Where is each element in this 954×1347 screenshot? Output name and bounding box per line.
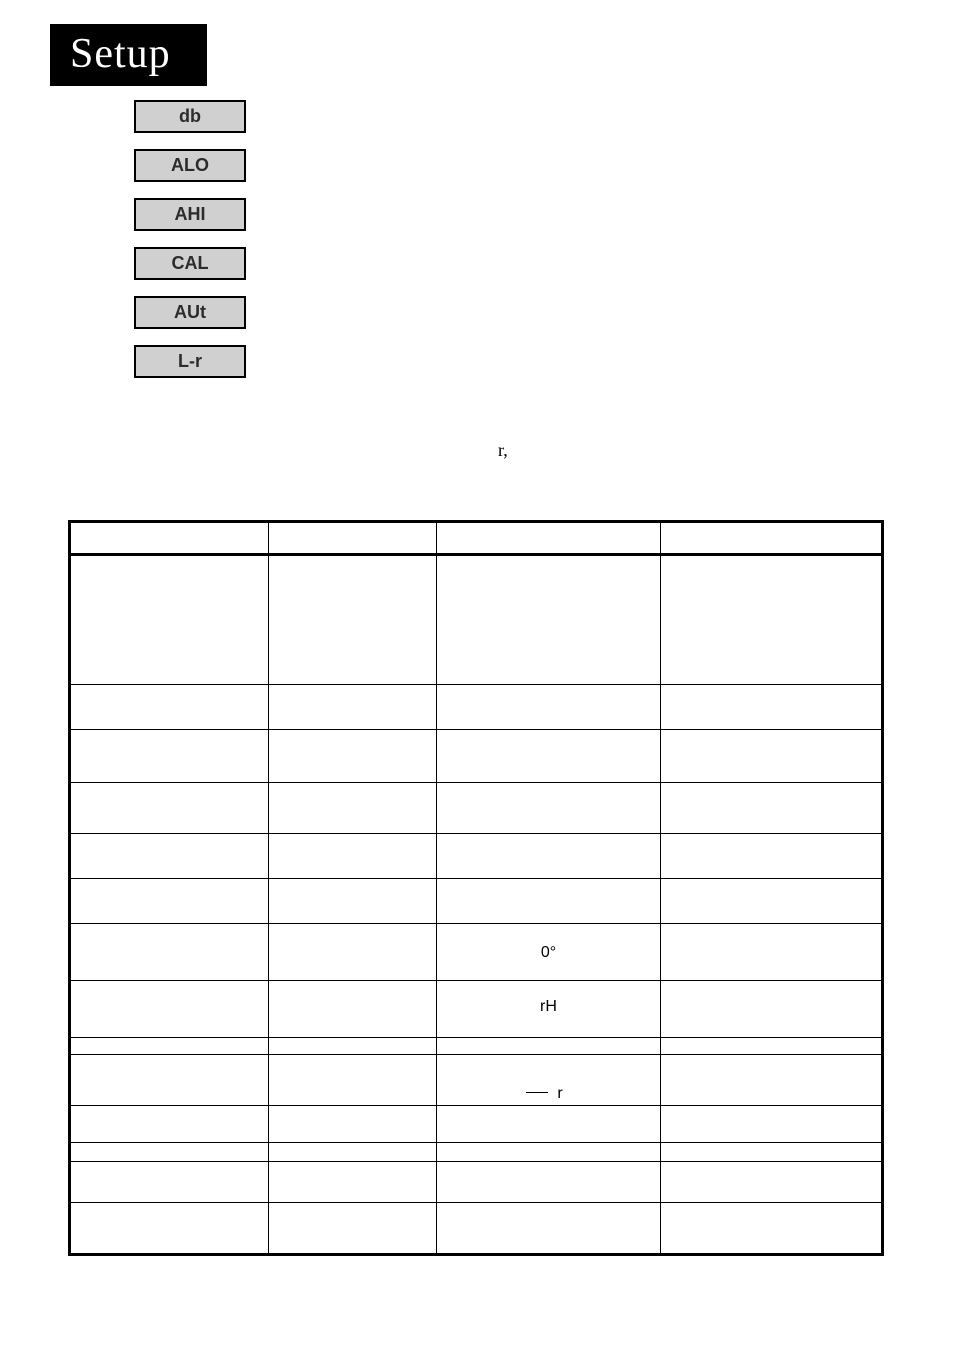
table-cell — [71, 1106, 269, 1143]
setup-title-text: Setup — [70, 31, 171, 77]
table-cell — [661, 730, 882, 783]
table-cell — [71, 685, 269, 730]
table-cell — [71, 1038, 269, 1055]
table-cell — [71, 834, 269, 879]
table-cell — [437, 555, 661, 685]
table-cell — [437, 1162, 661, 1203]
table-cell — [437, 730, 661, 783]
table-cell — [71, 879, 269, 924]
stray-text-r1: r, — [498, 440, 508, 461]
table-cell — [661, 1162, 882, 1203]
menu-button-list: db ALO AHI CAL AUt L-r — [134, 100, 894, 378]
menu-button-db-label: db — [179, 106, 201, 126]
table-cell — [269, 879, 437, 924]
table-cell — [661, 1203, 882, 1254]
table-row — [71, 1106, 882, 1143]
table-cell — [661, 981, 882, 1038]
table-cell — [437, 1106, 661, 1143]
table-row — [71, 834, 882, 879]
table-cell — [661, 1143, 882, 1162]
table-row — [71, 730, 882, 783]
menu-button-ahi[interactable]: AHI — [134, 198, 246, 231]
table-row: rH — [71, 981, 882, 1038]
table-cell — [269, 981, 437, 1038]
table-cell — [437, 685, 661, 730]
cell-text-q0: 0° — [437, 942, 660, 962]
table-cell — [661, 924, 882, 981]
table-cell — [269, 1143, 437, 1162]
menu-button-aut[interactable]: AUt — [134, 296, 246, 329]
table-cell — [269, 1106, 437, 1143]
table-cell — [661, 685, 882, 730]
menu-button-cal-label: CAL — [172, 253, 209, 273]
menu-button-db[interactable]: db — [134, 100, 246, 133]
menu-button-aut-label: AUt — [174, 302, 206, 322]
parameter-table: 0° rH — [68, 520, 884, 1256]
table-cell — [269, 685, 437, 730]
table-cell — [269, 730, 437, 783]
table-row — [71, 879, 882, 924]
table-cell — [71, 1203, 269, 1254]
table-row — [71, 1143, 882, 1162]
table-cell: r — [437, 1055, 661, 1106]
table-row: r — [71, 1055, 882, 1106]
table-cell — [437, 1038, 661, 1055]
table-cell — [437, 1203, 661, 1254]
table-cell — [661, 555, 882, 685]
table-cell — [269, 834, 437, 879]
table-cell — [71, 730, 269, 783]
table-cell — [269, 783, 437, 834]
menu-button-cal[interactable]: CAL — [134, 247, 246, 280]
table-cell — [269, 1203, 437, 1254]
table-cell — [71, 924, 269, 981]
table-cell — [269, 1055, 437, 1106]
table-cell — [437, 783, 661, 834]
table-header-col4 — [661, 523, 882, 555]
table-cell — [269, 924, 437, 981]
table-row — [71, 1203, 882, 1254]
table-cell — [269, 555, 437, 685]
table-cell — [71, 555, 269, 685]
menu-button-lr[interactable]: L-r — [134, 345, 246, 378]
table-cell: 0° — [437, 924, 661, 981]
table-cell — [437, 879, 661, 924]
table-header-col3 — [437, 523, 661, 555]
menu-button-ahi-label: AHI — [175, 204, 206, 224]
table-cell — [71, 981, 269, 1038]
table-header-col2 — [269, 523, 437, 555]
table-cell — [437, 834, 661, 879]
cell-text-r: r — [557, 1085, 562, 1103]
table-cell — [661, 879, 882, 924]
table-row — [71, 555, 882, 685]
table-cell — [71, 1162, 269, 1203]
table-cell — [71, 783, 269, 834]
table-cell — [269, 1038, 437, 1055]
table-cell — [71, 1055, 269, 1106]
table-cell — [661, 1038, 882, 1055]
table-header-row — [71, 523, 882, 555]
setup-title-block: Setup — [50, 24, 207, 86]
table-cell — [437, 1143, 661, 1162]
table-row — [71, 685, 882, 730]
table-cell — [661, 783, 882, 834]
menu-button-lr-label: L-r — [178, 351, 202, 371]
table-cell — [661, 1106, 882, 1143]
table-cell — [661, 834, 882, 879]
table-cell — [71, 1143, 269, 1162]
table-row: 0° — [71, 924, 882, 981]
cell-underline — [526, 1092, 548, 1093]
table-row — [71, 1038, 882, 1055]
table-cell — [269, 1162, 437, 1203]
table-row — [71, 783, 882, 834]
table-cell — [661, 1055, 882, 1106]
cell-text-rh: rH — [437, 998, 660, 1020]
menu-button-alo-label: ALO — [171, 155, 209, 175]
table-header-col1 — [71, 523, 269, 555]
menu-button-alo[interactable]: ALO — [134, 149, 246, 182]
table-cell: rH — [437, 981, 661, 1038]
table-row — [71, 1162, 882, 1203]
